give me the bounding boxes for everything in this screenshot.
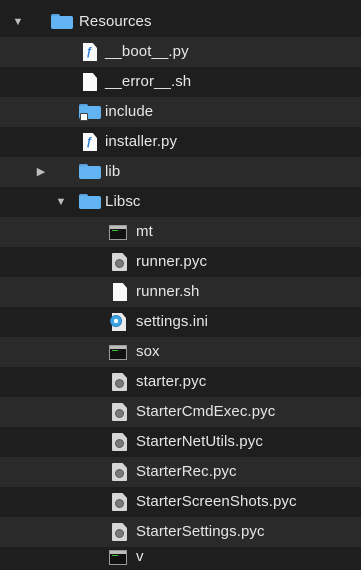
tree-row-label: settings.ini — [136, 313, 209, 330]
tree-row-runner-pyc[interactable]: runner.pyc — [0, 247, 361, 277]
tree-row-label: Resources — [79, 13, 152, 30]
tree-row-starterrec-pyc[interactable]: StarterRec.pyc — [0, 457, 361, 487]
executable-icon — [109, 345, 127, 360]
pyc-file-icon — [112, 433, 127, 451]
tree-row-label: __boot__.py — [105, 43, 189, 60]
tree-row-label: StarterNetUtils.pyc — [136, 433, 263, 450]
tree-row-label: __error__.sh — [105, 73, 192, 90]
tree-row-lib[interactable]: ▶ lib — [0, 157, 361, 187]
tree-row-sox[interactable]: sox — [0, 337, 361, 367]
tree-row-label: lib — [105, 163, 121, 180]
tree-row-label: StarterRec.pyc — [136, 463, 237, 480]
pyc-file-icon — [112, 523, 127, 541]
settings-file-icon — [110, 313, 128, 331]
disclosure-expanded-icon[interactable]: ▼ — [12, 16, 24, 28]
tree-row-error-sh[interactable]: __error__.sh — [0, 67, 361, 97]
tree-row-mt[interactable]: mt — [0, 217, 361, 247]
pyc-file-icon — [112, 403, 127, 421]
tree-row-label: StarterSettings.pyc — [136, 523, 265, 540]
tree-row-startersettings-pyc[interactable]: StarterSettings.pyc — [0, 517, 361, 547]
tree-row-label: StarterCmdExec.pyc — [136, 403, 276, 420]
python-file-icon: ƒ — [83, 43, 97, 61]
folder-icon — [51, 14, 73, 29]
tree-row-label: starter.pyc — [136, 373, 207, 390]
tree-row-include[interactable]: include — [0, 97, 361, 127]
tree-row-v[interactable]: v — [0, 544, 361, 570]
folder-alias-icon — [79, 104, 101, 121]
python-file-icon: ƒ — [83, 133, 97, 151]
pyc-file-icon — [112, 463, 127, 481]
pyc-file-icon — [112, 373, 127, 391]
tree-row-settings-ini[interactable]: settings.ini — [0, 307, 361, 337]
folder-icon — [79, 194, 101, 209]
document-icon — [83, 73, 97, 91]
file-tree: ▼ Resources ƒ __boot__.py __error__.sh i… — [0, 0, 361, 570]
tree-row-startercmdexec-pyc[interactable]: StarterCmdExec.pyc — [0, 397, 361, 427]
tree-row-libsc[interactable]: ▼ Libsc — [0, 187, 361, 217]
tree-row-runner-sh[interactable]: runner.sh — [0, 277, 361, 307]
pyc-file-icon — [112, 493, 127, 511]
tree-row-label: runner.sh — [136, 283, 200, 300]
tree-row-installer-py[interactable]: ƒ installer.py — [0, 127, 361, 157]
disclosure-expanded-icon[interactable]: ▼ — [55, 196, 67, 208]
document-icon — [113, 283, 127, 301]
executable-icon — [109, 550, 127, 565]
folder-icon — [79, 164, 101, 179]
tree-row-starternetutils-pyc[interactable]: StarterNetUtils.pyc — [0, 427, 361, 457]
tree-row-starterscreenshots-pyc[interactable]: StarterScreenShots.pyc — [0, 487, 361, 517]
tree-row-label: installer.py — [105, 133, 178, 150]
tree-row-label: sox — [136, 343, 160, 360]
tree-row-starter-pyc[interactable]: starter.pyc — [0, 367, 361, 397]
tree-row-label: Libsc — [105, 193, 141, 210]
tree-row-label: mt — [136, 223, 153, 240]
pyc-file-icon — [112, 253, 127, 271]
tree-row-boot-py[interactable]: ƒ __boot__.py — [0, 37, 361, 67]
executable-icon — [109, 225, 127, 240]
tree-row-label: include — [105, 103, 154, 120]
tree-row-label: StarterScreenShots.pyc — [136, 493, 297, 510]
tree-row-label: v — [136, 548, 144, 565]
tree-row-resources[interactable]: ▼ Resources — [0, 7, 361, 37]
disclosure-collapsed-icon[interactable]: ▶ — [35, 166, 47, 178]
tree-row-label: runner.pyc — [136, 253, 208, 270]
